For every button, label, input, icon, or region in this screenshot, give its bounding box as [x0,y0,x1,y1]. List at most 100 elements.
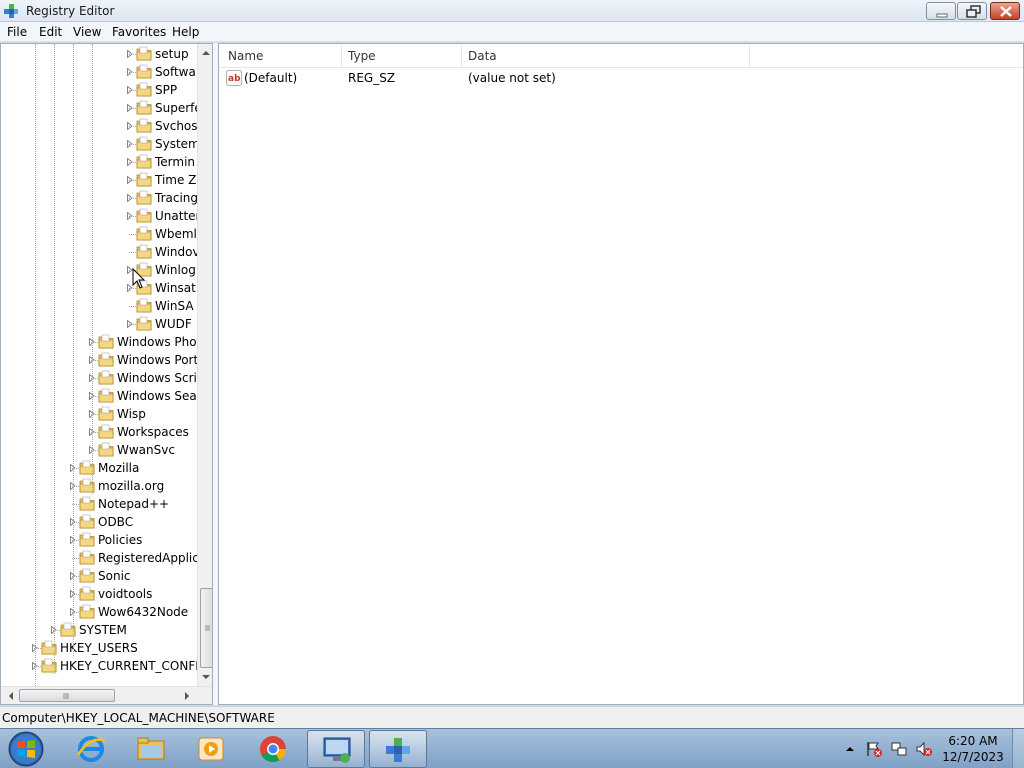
menu-bar: File Edit View Favorites Help [0,22,1024,42]
tree-item[interactable]: Wow6432Node [69,603,197,621]
tree-item[interactable]: HKEY_CURRENT_CONFIG [31,657,208,675]
tree-item[interactable]: ODBC [69,513,197,531]
taskbar-button-internet-explorer[interactable] [62,730,120,768]
registry-editor-icon [386,738,410,762]
grip-icon [63,693,69,699]
show-hidden-icons-icon[interactable] [845,744,855,754]
tree-item[interactable]: WinSA [126,297,197,315]
menu-edit[interactable]: Edit [39,25,62,39]
tree-item[interactable]: Unatter [126,207,200,225]
folder-icon [136,64,152,79]
tree-item[interactable]: Sonic [69,567,197,585]
tree-item[interactable]: Termin [126,153,197,171]
taskbar-clock[interactable]: 6:20 AM 12/7/2023 [940,733,1006,765]
taskbar-button-chrome[interactable] [244,730,302,768]
tree-item[interactable]: voidtools [69,585,197,603]
scroll-left-arrow-icon[interactable] [5,690,17,702]
tree-item[interactable]: Superfe [126,99,202,117]
svg-text:ab: ab [228,74,241,84]
volume-muted-icon[interactable] [915,740,933,758]
folder-icon [79,532,95,547]
tree-item[interactable]: Wisp [88,405,197,423]
tree-item-label: Mozilla [98,461,140,475]
tree-item[interactable]: Workspaces [88,423,197,441]
menu-favorites[interactable]: Favorites [112,25,166,39]
tree-item[interactable]: Wbeml [126,225,197,243]
tree-item-label: Wow6432Node [98,605,189,619]
tree-item-label: Superfe [155,101,202,115]
action-center-flag-icon[interactable] [865,740,883,758]
tree-item[interactable]: Mozilla [69,459,197,477]
vertical-scroll-thumb[interactable] [200,588,212,668]
tree-item-label: System [155,137,200,151]
folder-icon [79,550,95,565]
registry-tree[interactable]: setup Softwa SPP Superfe Svchos System Termin T… [0,43,213,705]
tree-item[interactable]: RegisteredApplica [69,549,206,567]
tree-item[interactable]: Windows Sear [88,387,202,405]
tree-item[interactable]: System [126,135,200,153]
folder-icon [136,136,152,151]
close-button[interactable] [990,2,1020,20]
tree-item-label: Windov [155,245,200,259]
tree-item-label: WinSA [155,299,194,313]
value-row[interactable]: ab (Default) REG_SZ (value not set) [219,69,1023,88]
taskbar-button-registry-editor[interactable] [369,730,427,768]
minimize-button[interactable] [926,2,956,20]
taskbar-button-file-explorer[interactable] [122,730,180,768]
scroll-up-arrow-icon[interactable] [200,47,212,59]
folder-icon [136,154,152,169]
column-header-data[interactable]: Data [468,49,497,63]
column-header-type[interactable]: Type [348,49,376,63]
tree-horizontal-scrollbar[interactable] [1,686,212,704]
string-value-icon: ab [226,70,242,86]
folder-icon [79,586,95,601]
tree-item[interactable]: WwanSvc [88,441,197,459]
scroll-right-arrow-icon[interactable] [181,690,193,702]
tree-item[interactable]: Policies [69,531,197,549]
taskbar-button-remote-desktop[interactable] [307,730,365,768]
internet-explorer-icon [76,736,106,762]
menu-help[interactable]: Help [172,25,199,39]
network-icon[interactable] [890,740,908,758]
restore-button[interactable] [957,2,987,20]
tree-item[interactable]: mozilla.org [69,477,197,495]
taskbar-button-media-player[interactable] [182,730,240,768]
menu-file[interactable]: File [7,25,27,39]
tree-item-label: Termin [155,155,196,169]
tree-item-label: Notepad++ [98,497,170,511]
folder-icon [98,352,114,367]
tree-vertical-scrollbar[interactable] [197,44,212,686]
tree-item[interactable]: Windov [126,243,200,261]
start-button[interactable] [4,730,48,768]
folder-icon [98,424,114,439]
values-pane[interactable]: Name Type Data ab (Default) REG_SZ (valu… [218,43,1024,705]
horizontal-scroll-thumb[interactable] [19,689,115,702]
tree-item-label: HKEY_USERS [60,641,138,655]
tree-item[interactable]: SPP [126,81,197,99]
tree-item[interactable]: Notepad++ [69,495,197,513]
menu-view[interactable]: View [73,25,101,39]
folder-icon [136,46,152,61]
folder-icon [79,568,95,583]
value-data: (value not set) [468,71,556,85]
show-desktop-button[interactable] [1012,729,1024,768]
column-header-name[interactable]: Name [228,49,263,63]
tree-item[interactable]: Softwa [126,63,197,81]
tree-item-label: WwanSvc [117,443,175,457]
tree-item[interactable]: WUDF [126,315,197,333]
scroll-down-arrow-icon[interactable] [200,671,212,683]
tree-item[interactable]: Windows Port [88,351,198,369]
tree-item-label: Workspaces [117,425,189,439]
tree-item[interactable]: Windows Phot [88,333,201,351]
tree-item[interactable]: Svchos [126,117,198,135]
tree-item-label: Winsat [155,281,196,295]
tree-item-label: RegisteredApplica [98,551,207,565]
tree-item[interactable]: HKEY_USERS [31,639,197,657]
tree-item[interactable]: Time Z [126,171,197,189]
tree-item[interactable]: Tracing [126,189,198,207]
tree-item[interactable]: Windows Scrip [88,369,204,387]
values-header: Name Type Data [219,44,1023,68]
folder-icon [79,496,95,511]
tree-item[interactable]: setup [126,45,197,63]
file-explorer-icon [137,737,165,760]
